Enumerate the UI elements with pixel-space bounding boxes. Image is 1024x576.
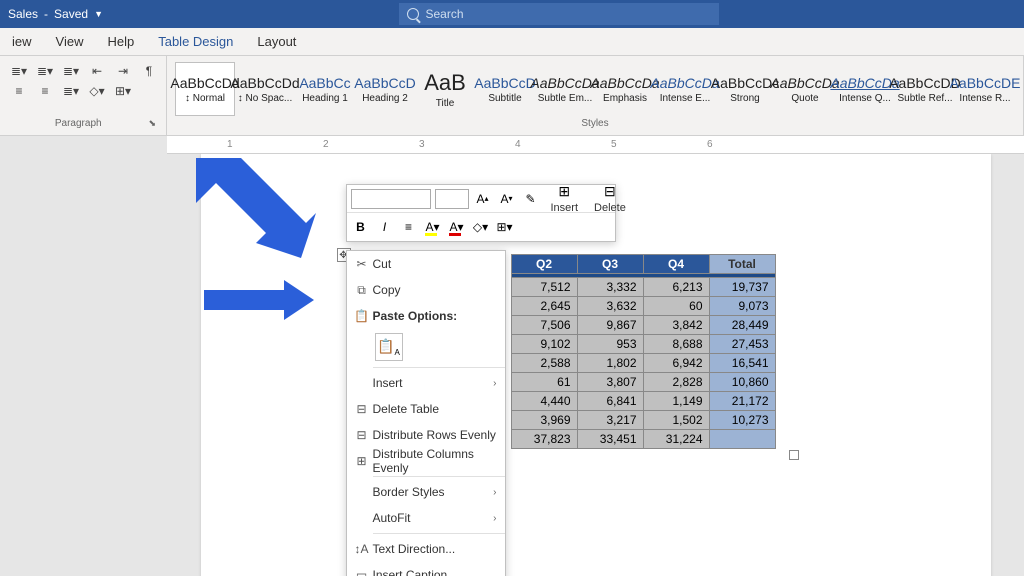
- tab-cut[interactable]: iew: [8, 30, 36, 53]
- style-heading-1[interactable]: AaBbCcHeading 1: [295, 62, 355, 116]
- borders-button[interactable]: ⊞▾: [112, 82, 134, 100]
- paragraph-dialog-launcher[interactable]: ⬊: [148, 118, 156, 129]
- context-menu: ✂Cut ⧉Copy 📋Paste Options: 📋A Insert› ⊟D…: [346, 250, 506, 576]
- style--no-spac-[interactable]: AaBbCcDd↕ No Spac...: [235, 62, 295, 116]
- caption-icon: ▭: [351, 568, 373, 576]
- table-header[interactable]: Q4: [643, 255, 709, 274]
- style-emphasis[interactable]: AaBbCcDaEmphasis: [595, 62, 655, 116]
- style-heading-2[interactable]: AaBbCcDHeading 2: [355, 62, 415, 116]
- align-center-button[interactable]: ≡: [34, 82, 56, 100]
- chevron-right-icon: ›: [493, 378, 496, 389]
- table-row: 2,6453,632609,073: [511, 297, 775, 316]
- bold-button[interactable]: B: [351, 216, 371, 238]
- table-header[interactable]: Total: [709, 255, 775, 274]
- align-left-button[interactable]: ≡: [8, 82, 30, 100]
- data-table[interactable]: Q2Q3Q4Total 7,5123,3326,21319,7372,6453,…: [511, 254, 776, 449]
- style-intense-q-[interactable]: AaBbCcDaIntense Q...: [835, 62, 895, 116]
- table-row: 37,82333,45131,224: [511, 430, 775, 449]
- ctx-insert[interactable]: Insert›: [347, 370, 505, 396]
- styles-group: AaBbCcDd↕ NormalAaBbCcDd↕ No Spac...AaBb…: [167, 56, 1024, 135]
- table-row: 3,9693,2171,50210,273: [511, 411, 775, 430]
- annotation-arrow: [204, 280, 314, 320]
- table-resize-handle[interactable]: [789, 450, 799, 460]
- font-family-select[interactable]: [351, 189, 431, 209]
- save-state: Saved: [54, 7, 88, 21]
- table-row: 7,5123,3326,21319,737: [511, 278, 775, 297]
- doc-title: Sales: [8, 7, 38, 21]
- ctx-cut[interactable]: ✂Cut: [347, 251, 505, 277]
- style-strong[interactable]: AaBbCcDcStrong: [715, 62, 775, 116]
- style-intense-r-[interactable]: AaBbCcDEIntense R...: [955, 62, 1015, 116]
- font-size-select[interactable]: [435, 189, 469, 209]
- tab-help[interactable]: Help: [103, 30, 138, 53]
- shading-button[interactable]: ◇▾: [86, 82, 108, 100]
- ctx-paste-label: 📋Paste Options:: [347, 303, 505, 329]
- dropdown-icon[interactable]: ▼: [94, 9, 103, 19]
- increase-indent-button[interactable]: ⇥: [112, 62, 134, 80]
- copy-icon: ⧉: [351, 283, 373, 298]
- style-quote[interactable]: AaBbCcDaQuote: [775, 62, 835, 116]
- borders-button-mini[interactable]: ⊞▾: [495, 216, 515, 238]
- annotation-arrow: [186, 158, 316, 258]
- table-header[interactable]: Q3: [577, 255, 643, 274]
- search-icon: [407, 8, 419, 20]
- table-row: 7,5069,8673,84228,449: [511, 316, 775, 335]
- table-row: 2,5881,8026,94216,541: [511, 354, 775, 373]
- chevron-right-icon: ›: [493, 487, 496, 498]
- ctx-dist-cols[interactable]: ⊞Distribute Columns Evenly: [347, 448, 505, 474]
- table-row: 4,4406,8411,14921,172: [511, 392, 775, 411]
- ribbon-tabs: iew View Help Table Design Layout: [0, 28, 1024, 56]
- style-subtle-ref-[interactable]: AaBbCcDDSubtle Ref...: [895, 62, 955, 116]
- distribute-cols-icon: ⊞: [351, 454, 373, 468]
- multilevel-button[interactable]: ≣▾: [60, 62, 82, 80]
- cut-icon: ✂: [351, 257, 373, 271]
- style-subtitle[interactable]: AaBbCcDSubtitle: [475, 62, 535, 116]
- bullets-button[interactable]: ≣▾: [8, 62, 30, 80]
- paragraph-group: ≣▾ ≣▾ ≣▾ ⇤ ⇥ ¶ ≡ ≡ ≣▾ ◇▾ ⊞▾ Paragraph⬊: [0, 56, 167, 135]
- tab-view[interactable]: View: [52, 30, 88, 53]
- document-page: A▴ A▾ ✎ ⊞Insert ⊟Delete B I ≡ A▾ A▾ ◇▾ ⊞…: [201, 154, 991, 576]
- ctx-autofit[interactable]: AutoFit›: [347, 505, 505, 531]
- numbering-button[interactable]: ≣▾: [34, 62, 56, 80]
- ctx-dist-rows[interactable]: ⊟Distribute Rows Evenly: [347, 422, 505, 448]
- shading-button-mini[interactable]: ◇▾: [471, 216, 491, 238]
- chevron-right-icon: ›: [493, 513, 496, 524]
- line-spacing-button[interactable]: ≣▾: [60, 82, 82, 100]
- ctx-delete-table[interactable]: ⊟Delete Table: [347, 396, 505, 422]
- insert-button[interactable]: ⊞Insert: [545, 183, 585, 214]
- ctx-copy[interactable]: ⧉Copy: [347, 277, 505, 303]
- delete-button[interactable]: ⊟Delete: [588, 183, 632, 214]
- style-subtle-em-[interactable]: AaBbCcDaSubtle Em...: [535, 62, 595, 116]
- style-title[interactable]: AaBTitle: [415, 62, 475, 116]
- tab-table-design[interactable]: Table Design: [154, 30, 237, 53]
- ctx-border-styles[interactable]: Border Styles›: [347, 479, 505, 505]
- paste-icon: 📋: [351, 309, 373, 323]
- table-row: 613,8072,82810,860: [511, 373, 775, 392]
- text-direction-icon: ↕A: [351, 542, 373, 556]
- grow-font-button[interactable]: A▴: [473, 188, 493, 210]
- show-marks-button[interactable]: ¶: [138, 62, 160, 80]
- style-intense-e-[interactable]: AaBbCcDaIntense E...: [655, 62, 715, 116]
- table-row: 9,1029538,68827,453: [511, 335, 775, 354]
- ctx-insert-caption[interactable]: ▭Insert Caption...: [347, 562, 505, 576]
- align-button[interactable]: ≡: [399, 216, 419, 238]
- shrink-font-button[interactable]: A▾: [497, 188, 517, 210]
- paste-option-keep-text[interactable]: 📋A: [375, 333, 403, 361]
- delete-table-icon: ⊟: [351, 402, 373, 416]
- distribute-rows-icon: ⊟: [351, 428, 373, 442]
- ctx-text-direction[interactable]: ↕AText Direction...: [347, 536, 505, 562]
- highlight-button[interactable]: A▾: [423, 216, 443, 238]
- search-input[interactable]: Search: [399, 3, 719, 25]
- table-header[interactable]: Q2: [511, 255, 577, 274]
- italic-button[interactable]: I: [375, 216, 395, 238]
- mini-toolbar: A▴ A▾ ✎ ⊞Insert ⊟Delete B I ≡ A▾ A▾ ◇▾ ⊞…: [346, 184, 616, 242]
- ruler[interactable]: 123456: [167, 136, 1024, 154]
- decrease-indent-button[interactable]: ⇤: [86, 62, 108, 80]
- font-color-button[interactable]: A▾: [447, 216, 467, 238]
- format-painter-button[interactable]: ✎: [521, 188, 541, 210]
- tab-layout[interactable]: Layout: [253, 30, 300, 53]
- style--normal[interactable]: AaBbCcDd↕ Normal: [175, 62, 235, 116]
